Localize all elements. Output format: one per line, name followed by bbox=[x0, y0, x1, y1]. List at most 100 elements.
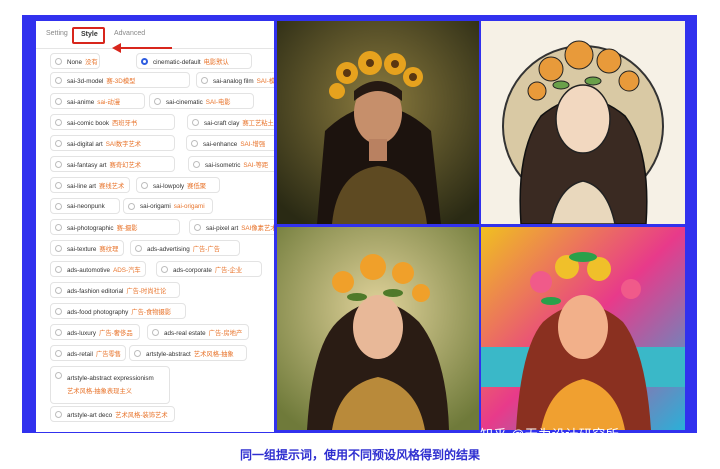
radio-icon[interactable] bbox=[194, 223, 201, 231]
style-option[interactable]: None 没有 bbox=[50, 53, 100, 69]
option-translation: 广告-时尚社论 bbox=[126, 287, 167, 295]
option-label: sai-texture bbox=[67, 245, 97, 253]
radio-icon[interactable] bbox=[135, 244, 142, 252]
option-label: sai-origami bbox=[140, 202, 171, 210]
style-option[interactable]: sai-lowpoly 赛低聚 bbox=[136, 177, 220, 193]
radio-icon[interactable] bbox=[161, 265, 168, 273]
style-option[interactable]: cinematic-default 电影默认 bbox=[136, 53, 252, 69]
style-option[interactable]: artstyle-abstract expressionism 艺术风格-抽象表现… bbox=[50, 366, 170, 404]
style-option[interactable]: sai-comic book 西班牙书 bbox=[50, 114, 175, 130]
style-option[interactable]: sai-analog filmSAI-模拟胶片 bbox=[196, 72, 274, 88]
option-label: artstyle-abstract expressionism bbox=[67, 375, 154, 382]
option-translation: SAI-等距 bbox=[243, 161, 269, 169]
style-option[interactable]: ads-automotive ADS-汽车 bbox=[50, 261, 146, 277]
option-label: sai-3d-model bbox=[67, 77, 104, 85]
tab-advanced[interactable]: Advanced bbox=[114, 30, 145, 37]
style-option[interactable]: sai-fantasy art 赛奇幻艺术 bbox=[50, 156, 175, 172]
radio-icon[interactable] bbox=[55, 286, 62, 294]
radio-icon[interactable] bbox=[55, 181, 62, 189]
style-option[interactable]: sai-photographic 赛-摄影 bbox=[50, 219, 180, 235]
option-label: ads-advertising bbox=[147, 245, 190, 253]
option-label: sai-photographic bbox=[67, 224, 114, 232]
option-translation: 广告-房地产 bbox=[208, 329, 243, 337]
style-option[interactable]: sai-isometric SAI-等距 bbox=[188, 156, 274, 172]
radio-icon[interactable] bbox=[55, 223, 62, 231]
radio-icon[interactable] bbox=[134, 349, 141, 357]
radio-icon[interactable] bbox=[55, 244, 62, 252]
option-translation: 赛低聚 bbox=[187, 182, 207, 190]
option-label: sai-pixel art bbox=[206, 224, 239, 232]
option-label: sai-neonpunk bbox=[67, 202, 105, 210]
radio-icon[interactable] bbox=[55, 57, 62, 65]
style-option[interactable]: sai-line art 赛线艺术 bbox=[50, 177, 130, 193]
radio-selected-icon[interactable] bbox=[141, 57, 148, 65]
style-option[interactable]: sai-texture 赛纹理 bbox=[50, 240, 124, 256]
radio-icon[interactable] bbox=[55, 307, 62, 315]
option-translation: SAI-模拟胶片 bbox=[256, 77, 274, 85]
radio-icon[interactable] bbox=[192, 118, 199, 126]
style-option[interactable]: sai-anime sai-动漫 bbox=[50, 93, 145, 109]
option-translation: SAI-电影 bbox=[205, 98, 231, 106]
caption: 同一组提示词，使用不同预设风格得到的结果 bbox=[239, 448, 480, 462]
radio-icon[interactable] bbox=[55, 349, 62, 357]
radio-icon[interactable] bbox=[55, 265, 62, 273]
option-label: cinematic-default bbox=[153, 58, 201, 66]
option-translation: 艺术风格-抽象 bbox=[193, 350, 234, 358]
option-label: None bbox=[67, 58, 83, 66]
style-option[interactable]: ads-real estate 广告-房地产 bbox=[147, 324, 249, 340]
option-translation: 广告-奢侈品 bbox=[99, 329, 133, 337]
style-option[interactable]: ads-retail 广告零售 bbox=[50, 345, 126, 361]
option-label: sai-craft clay bbox=[204, 119, 240, 127]
option-translation: SAI-增强 bbox=[240, 140, 266, 148]
style-option[interactable]: ads-corporate 广告-企业 bbox=[156, 261, 262, 277]
option-translation: 西班牙书 bbox=[112, 119, 138, 127]
style-option[interactable]: artstyle-abstract 艺术风格-抽象 bbox=[129, 345, 247, 361]
style-option[interactable]: ads-fashion editorial 广告-时尚社论 bbox=[50, 282, 180, 298]
option-translation: 赛工艺粘土 bbox=[242, 119, 274, 127]
radio-icon[interactable] bbox=[55, 139, 62, 147]
option-translation: 电影默认 bbox=[203, 58, 229, 66]
style-option[interactable]: sai-neonpunk bbox=[50, 198, 120, 214]
option-label: sai-comic book bbox=[67, 119, 109, 127]
style-option[interactable]: sai-craft clay 赛工艺粘土 bbox=[187, 114, 274, 130]
style-option[interactable]: artstyle-art deco 艺术风格-装饰艺术 bbox=[50, 406, 175, 422]
style-option[interactable]: sai-pixel art SAI像素艺术 bbox=[189, 219, 274, 235]
radio-icon[interactable] bbox=[55, 118, 62, 126]
radio-icon[interactable] bbox=[55, 202, 62, 210]
radio-icon[interactable] bbox=[55, 160, 62, 168]
radio-icon[interactable] bbox=[154, 97, 161, 105]
watermark: 知乎 @无为设计研究所 bbox=[480, 427, 620, 442]
radio-icon[interactable] bbox=[55, 372, 62, 379]
radio-icon[interactable] bbox=[128, 202, 135, 210]
option-label: ads-corporate bbox=[173, 266, 212, 274]
radio-icon[interactable] bbox=[141, 181, 148, 189]
option-translation: sai-动漫 bbox=[97, 98, 121, 106]
option-label: sai-lowpoly bbox=[153, 182, 185, 190]
option-label: artstyle-abstract bbox=[146, 350, 191, 358]
option-translation: ADS-汽车 bbox=[113, 266, 141, 274]
radio-icon[interactable] bbox=[191, 139, 198, 147]
style-option[interactable]: sai-digital art SAI数字艺术 bbox=[50, 135, 175, 151]
style-option[interactable]: sai-cinematic SAI-电影 bbox=[149, 93, 254, 109]
radio-icon[interactable] bbox=[152, 328, 159, 336]
result-image-line-art bbox=[481, 21, 685, 224]
style-option[interactable]: sai-origami sai-origami bbox=[123, 198, 213, 214]
radio-icon[interactable] bbox=[55, 410, 62, 418]
option-label: sai-digital art bbox=[67, 140, 103, 148]
style-option[interactable]: ads-food photography 广告-食物摄影 bbox=[50, 303, 186, 319]
radio-icon[interactable] bbox=[193, 160, 200, 168]
style-option[interactable]: sai-3d-model 赛-3D模型 bbox=[50, 72, 190, 88]
option-translation: 广告零售 bbox=[95, 350, 122, 358]
radio-icon[interactable] bbox=[201, 76, 208, 84]
option-label: sai-enhance bbox=[203, 140, 238, 148]
radio-icon[interactable] bbox=[55, 76, 62, 84]
style-option[interactable]: ads-luxury 广告-奢侈品 bbox=[50, 324, 140, 340]
style-settings-panel: Setting Style Advanced None 没有 cinematic-d… bbox=[36, 21, 274, 432]
style-option[interactable]: ads-advertising 广告-广告 bbox=[130, 240, 240, 256]
tab-setting[interactable]: Setting bbox=[46, 30, 68, 37]
option-translation: 广告-企业 bbox=[214, 266, 243, 274]
style-option[interactable]: sai-enhance SAI-增强 bbox=[186, 135, 274, 151]
radio-icon[interactable] bbox=[55, 328, 62, 336]
option-label: ads-fashion editorial bbox=[67, 287, 124, 295]
radio-icon[interactable] bbox=[55, 97, 62, 105]
